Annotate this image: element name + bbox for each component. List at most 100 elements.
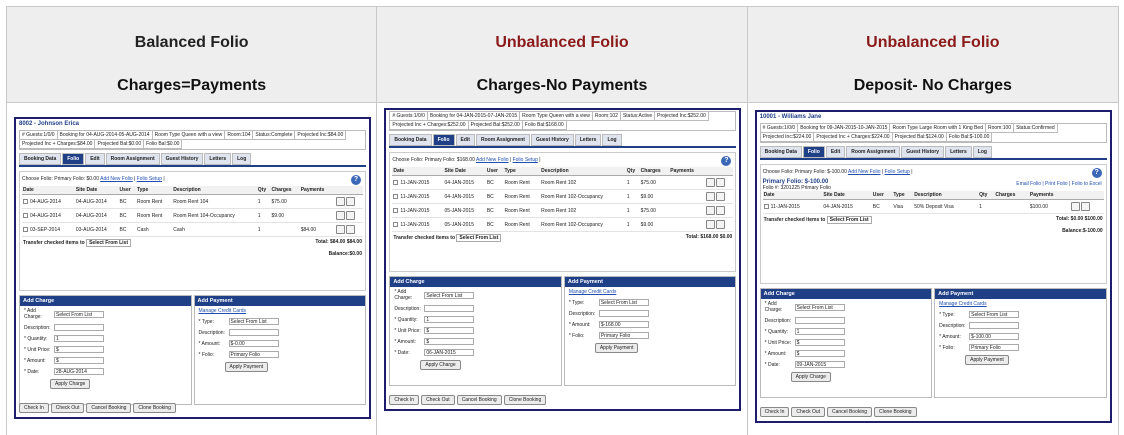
tab-item[interactable]: Booking Data <box>389 134 432 146</box>
booking-action-button[interactable]: Check Out <box>791 407 826 417</box>
field-input[interactable]: Select From List <box>228 318 279 325</box>
booking-action-button[interactable]: Clone Booking <box>874 407 917 417</box>
field-input[interactable]: Select From List <box>794 303 845 311</box>
tab-item[interactable]: Folio <box>802 146 825 158</box>
edit-icon[interactable] <box>705 206 715 215</box>
tab-item[interactable]: Folio <box>432 134 455 146</box>
edit-icon[interactable] <box>705 192 715 201</box>
folio-link[interactable]: Folio Setup <box>137 176 162 182</box>
tab-item[interactable]: Log <box>602 134 622 146</box>
transfer-select[interactable]: Select From List <box>86 239 131 247</box>
field-input[interactable]: 06-JAN-2015 <box>424 349 475 356</box>
field-input[interactable] <box>598 310 649 317</box>
tab-item[interactable]: Room Assignment <box>475 134 530 146</box>
field-input[interactable]: $-168.00 <box>598 321 649 328</box>
manage-credit-cards-link[interactable]: Manage Credit Cards <box>199 308 247 314</box>
field-input[interactable] <box>54 324 104 331</box>
field-input[interactable]: $-100.00 <box>969 333 1020 340</box>
apply-payment-button[interactable]: Apply Payment <box>965 355 1009 365</box>
row-checkbox[interactable] <box>393 207 399 213</box>
trash-icon[interactable] <box>715 206 725 215</box>
tab-item[interactable]: Log <box>972 146 992 158</box>
row-checkbox[interactable] <box>23 212 28 218</box>
folio-link[interactable]: Add New Folio <box>100 176 133 182</box>
edit-icon[interactable] <box>705 178 715 187</box>
apply-payment-button[interactable]: Apply Payment <box>224 362 269 372</box>
help-icon[interactable]: ? <box>1091 168 1102 178</box>
field-input[interactable]: 09-JAN-2015 <box>794 361 845 368</box>
booking-action-button[interactable]: Cancel Booking <box>827 407 873 417</box>
tab-item[interactable]: Letters <box>204 153 232 165</box>
booking-action-button[interactable]: Check In <box>19 403 49 413</box>
folio-chooser-label[interactable]: Choose Folio: Primary Folio: $168.00 <box>392 157 475 163</box>
field-input[interactable]: 1 <box>54 335 104 342</box>
booking-action-button[interactable]: Check In <box>759 407 790 417</box>
tab-item[interactable]: Edit <box>455 134 475 146</box>
trash-icon[interactable] <box>715 178 725 187</box>
folio-link[interactable]: Add New Folio <box>476 157 509 163</box>
trash-icon[interactable] <box>345 211 355 220</box>
apply-charge-button[interactable]: Apply Charge <box>790 372 831 382</box>
field-input[interactable]: Primary Folio <box>969 344 1020 351</box>
trash-icon[interactable] <box>345 197 355 206</box>
tab-item[interactable]: Guest History <box>530 134 574 146</box>
folio-chooser-label[interactable]: Choose Folio: Primary Folio: $-100.00 <box>763 169 847 175</box>
field-input[interactable]: 1 <box>424 316 475 323</box>
field-input[interactable]: $ <box>54 346 104 353</box>
field-input[interactable]: $ <box>424 338 475 345</box>
field-input[interactable]: 1 <box>794 328 845 335</box>
field-input[interactable]: Select From List <box>598 299 649 306</box>
edit-icon[interactable] <box>335 211 345 220</box>
row-checkbox[interactable] <box>763 203 769 209</box>
row-checkbox[interactable] <box>393 193 399 199</box>
tab-item[interactable]: Letters <box>574 134 602 146</box>
field-input[interactable]: $ <box>424 327 475 334</box>
field-input[interactable]: Select From List <box>54 310 104 318</box>
booking-action-button[interactable]: Clone Booking <box>133 403 176 413</box>
field-input[interactable]: $ <box>54 357 104 364</box>
field-input[interactable]: Primary Folio <box>598 332 649 339</box>
edit-icon[interactable] <box>335 225 345 234</box>
transfer-select[interactable]: Select From List <box>826 216 872 224</box>
trash-icon[interactable] <box>345 225 355 234</box>
booking-action-button[interactable]: Check Out <box>50 403 85 413</box>
booking-action-button[interactable]: Cancel Booking <box>456 395 502 405</box>
edit-icon[interactable] <box>1071 202 1081 211</box>
field-input[interactable] <box>794 317 845 324</box>
row-checkbox[interactable] <box>393 221 399 227</box>
tab-item[interactable]: Log <box>232 153 252 165</box>
tab-item[interactable]: Guest History <box>160 153 204 165</box>
tab-item[interactable]: Booking Data <box>759 146 802 158</box>
row-checkbox[interactable] <box>23 198 28 204</box>
field-input[interactable]: Primary Folio <box>228 351 279 358</box>
trash-icon[interactable] <box>1081 202 1091 211</box>
booking-action-button[interactable]: Clone Booking <box>503 395 547 405</box>
folio-link[interactable]: Folio Setup <box>513 157 538 163</box>
tab-item[interactable]: Room Assignment <box>105 153 160 165</box>
field-input[interactable] <box>424 305 475 312</box>
tab-item[interactable]: Letters <box>945 146 972 158</box>
edit-icon[interactable] <box>705 220 715 229</box>
tab-item[interactable]: Guest History <box>901 146 945 158</box>
apply-charge-button[interactable]: Apply Charge <box>420 360 461 370</box>
row-checkbox[interactable] <box>23 226 28 232</box>
apply-charge-button[interactable]: Apply Charge <box>50 379 91 389</box>
field-input[interactable]: Select From List <box>424 291 475 299</box>
folio-actions[interactable]: Email Folio | Print Folio | Folio to Exc… <box>1016 181 1101 187</box>
booking-action-button[interactable]: Cancel Booking <box>86 403 132 413</box>
field-input[interactable]: $ <box>794 339 845 346</box>
edit-icon[interactable] <box>335 197 345 206</box>
tab-item[interactable]: Folio <box>62 153 85 165</box>
folio-chooser-label[interactable]: Choose Folio: Primary Folio: $0.00 <box>22 176 99 182</box>
apply-payment-button[interactable]: Apply Payment <box>594 343 639 353</box>
manage-credit-cards-link[interactable]: Manage Credit Cards <box>939 301 987 307</box>
transfer-select[interactable]: Select From List <box>456 234 502 242</box>
tab-item[interactable]: Edit <box>85 153 105 165</box>
tab-item[interactable]: Edit <box>825 146 846 158</box>
field-input[interactable]: $-0.00 <box>228 340 279 347</box>
field-input[interactable] <box>228 329 279 336</box>
field-input[interactable]: $ <box>794 350 845 357</box>
tab-item[interactable]: Booking Data <box>19 153 62 165</box>
help-icon[interactable]: ? <box>351 175 361 185</box>
field-input[interactable] <box>969 322 1020 329</box>
